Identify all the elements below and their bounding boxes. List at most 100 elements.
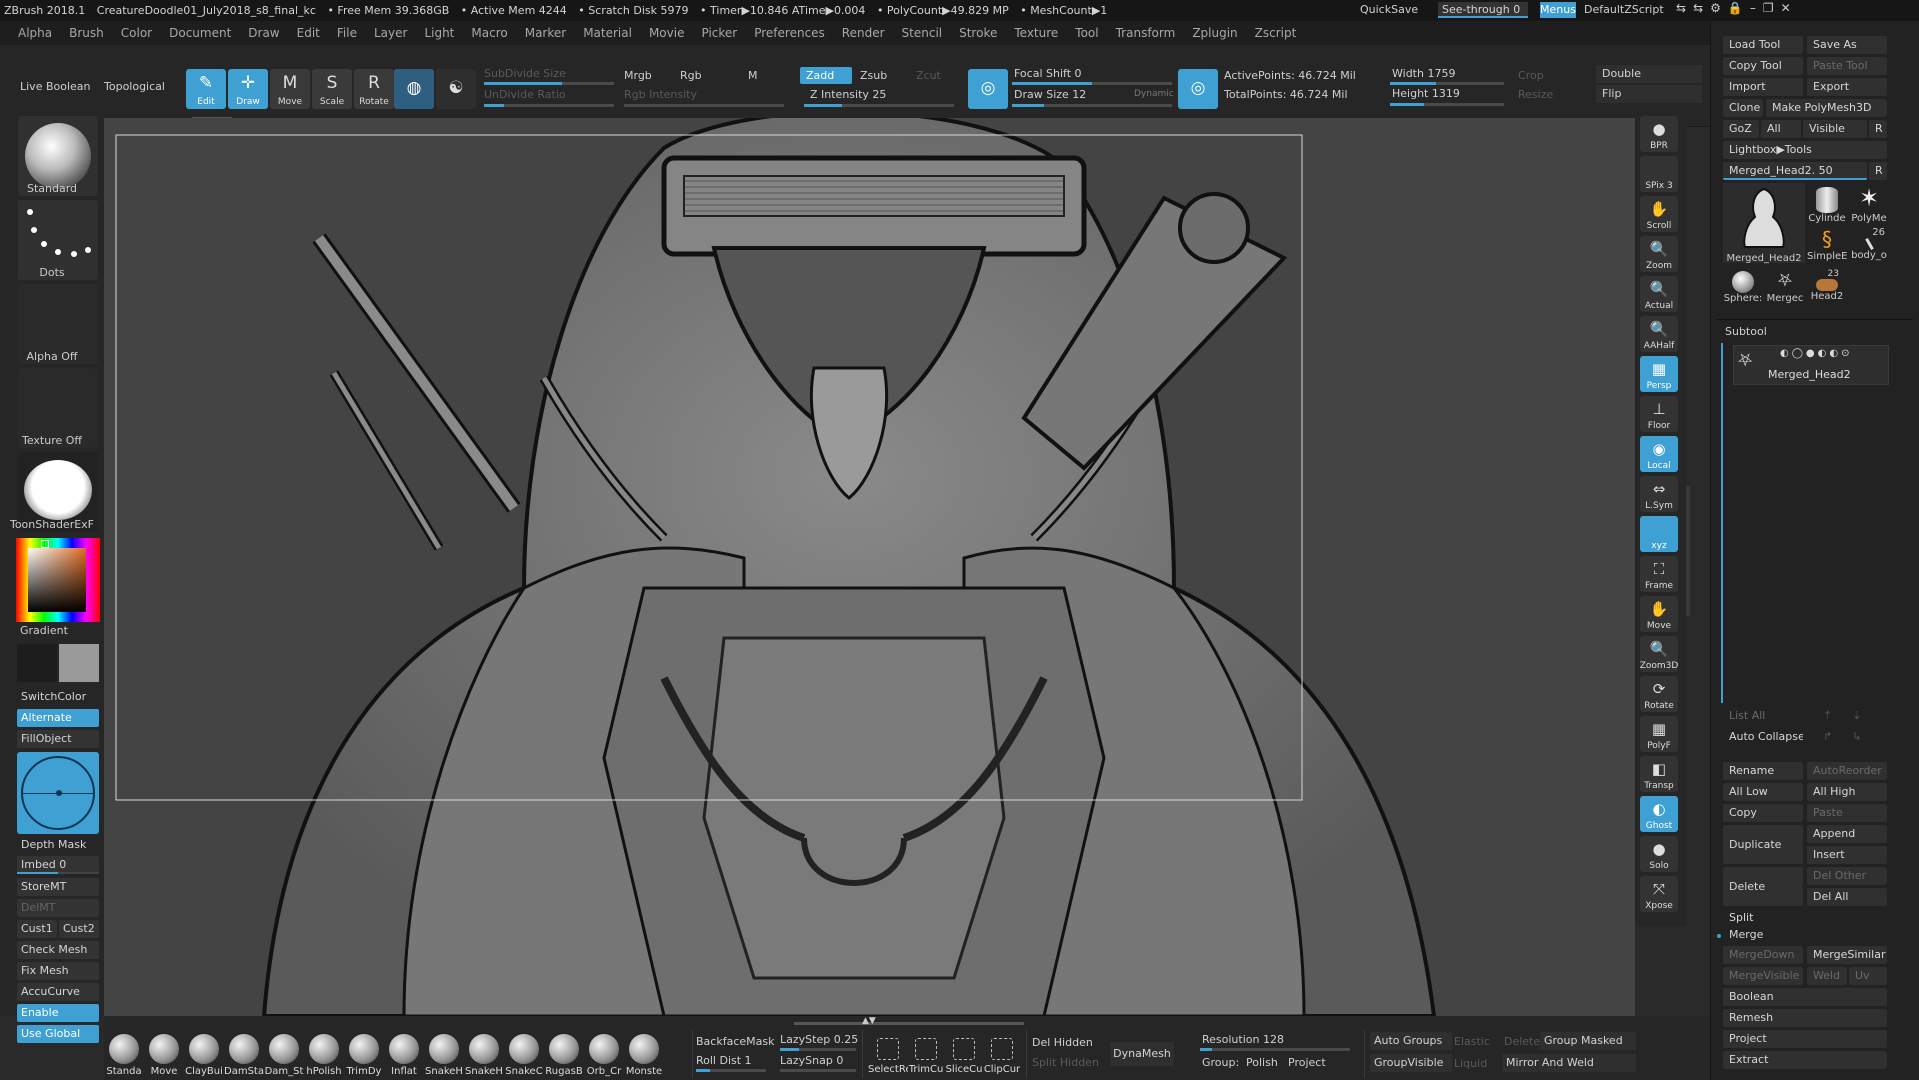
undivide-ratio[interactable]: UnDivide Ratio: [484, 88, 566, 101]
load-tool-button[interactable]: Load Tool: [1723, 36, 1803, 54]
remesh-section[interactable]: Remesh: [1723, 1009, 1887, 1027]
xpose-button[interactable]: ⤧ Xpose: [1640, 876, 1678, 912]
undivide-slider[interactable]: [484, 104, 614, 107]
duplicate-button[interactable]: Duplicate: [1723, 825, 1803, 864]
brush-slot[interactable]: ClayBui: [184, 1032, 224, 1078]
split-hidden-button[interactable]: Split Hidden: [1032, 1056, 1099, 1069]
polish-button[interactable]: Polish: [1246, 1056, 1278, 1069]
minimize-icon[interactable]: –: [1750, 1, 1763, 15]
m-button[interactable]: M: [748, 69, 758, 82]
del-all-button[interactable]: Del All: [1807, 888, 1887, 906]
switch-color-button[interactable]: SwitchColor: [17, 688, 99, 706]
color-picker[interactable]: [16, 538, 100, 622]
rotate-tool-button[interactable]: R Rotate: [354, 69, 394, 109]
resize-button[interactable]: Resize: [1518, 88, 1553, 101]
lock-icon[interactable]: 🔒: [1728, 1, 1750, 15]
xyz-button[interactable]: xyz: [1640, 516, 1678, 552]
tool-thumb-cylinder[interactable]: Cylinde: [1807, 183, 1847, 227]
close-icon[interactable]: ✕: [1781, 1, 1798, 15]
roll-dist-slider[interactable]: Roll Dist 1: [696, 1054, 752, 1067]
menu-stroke[interactable]: Stroke: [959, 26, 997, 40]
rgb-button[interactable]: Rgb: [680, 69, 702, 82]
main-color-swatch[interactable]: [59, 644, 99, 682]
menu-preferences[interactable]: Preferences: [754, 26, 825, 40]
lazystep-track[interactable]: [780, 1048, 856, 1051]
scale-tool-button[interactable]: S Scale: [312, 69, 352, 109]
enable-button[interactable]: Enable: [17, 1004, 99, 1022]
default-zscript[interactable]: DefaultZScript: [1584, 3, 1664, 16]
goz-button[interactable]: GoZ: [1723, 120, 1759, 138]
merge-down-button[interactable]: MergeDown: [1723, 946, 1803, 964]
menu-layer[interactable]: Layer: [374, 26, 407, 40]
menus-toggle[interactable]: Menus: [1540, 2, 1576, 18]
brush-slot[interactable]: Monste: [624, 1032, 664, 1078]
paste-tool-button[interactable]: Paste Tool: [1807, 57, 1887, 75]
menu-document[interactable]: Document: [169, 26, 231, 40]
menu-draw[interactable]: Draw: [248, 26, 279, 40]
menu-texture[interactable]: Texture: [1014, 26, 1058, 40]
menu-transform[interactable]: Transform: [1116, 26, 1176, 40]
del-other-button[interactable]: Del Other: [1807, 867, 1887, 885]
subtool-shift-arrows[interactable]: ↱↳: [1823, 730, 1881, 743]
select-tool-slot[interactable]: SliceCu: [944, 1032, 984, 1078]
lazystep-slider[interactable]: LazyStep 0.25: [780, 1033, 858, 1046]
floor-button[interactable]: ⊥ Floor: [1640, 396, 1678, 432]
backface-mask-button[interactable]: BackfaceMask: [696, 1035, 774, 1048]
select-tool-slot[interactable]: ClipCur: [982, 1032, 1022, 1078]
scroll-button[interactable]: ✋ Scroll: [1640, 196, 1678, 232]
depth-mask-label[interactable]: Depth Mask: [17, 836, 99, 854]
clone-button[interactable]: Clone: [1723, 99, 1763, 117]
sculpt-viewport[interactable]: [104, 109, 1635, 1018]
resolution-track[interactable]: [1200, 1048, 1350, 1051]
lazysnap-slider[interactable]: LazySnap 0: [780, 1054, 843, 1067]
rgb-intensity-slider[interactable]: [624, 104, 784, 107]
menu-brush[interactable]: Brush: [69, 26, 104, 40]
brush-slot[interactable]: SnakeH: [424, 1032, 464, 1078]
cust2-button[interactable]: Cust2: [59, 920, 99, 938]
width-slider[interactable]: [1390, 82, 1504, 85]
all-low-button[interactable]: All Low: [1723, 783, 1803, 801]
rename-button[interactable]: Rename: [1723, 762, 1803, 780]
subdivide-slider[interactable]: [484, 82, 614, 85]
brush-slot[interactable]: DamSta: [224, 1032, 264, 1078]
brush-slot[interactable]: Inflat: [384, 1032, 424, 1078]
solo-button[interactable]: ● Solo: [1640, 836, 1678, 872]
zcut-button[interactable]: Zcut: [916, 69, 941, 82]
sphere-mode-button[interactable]: ◍: [394, 69, 434, 109]
tool-thumb-body[interactable]: 26 body_o: [1849, 227, 1889, 265]
brush-slot[interactable]: hPolish: [304, 1032, 344, 1078]
spix-3-button[interactable]: SPix 3: [1640, 156, 1678, 192]
menu-render[interactable]: Render: [842, 26, 885, 40]
menu-light[interactable]: Light: [424, 26, 454, 40]
quicksave-button[interactable]: QuickSave: [1360, 3, 1418, 16]
subtool-scrollbar[interactable]: [1721, 343, 1723, 703]
copy-tool-button[interactable]: Copy Tool: [1723, 57, 1803, 75]
tool-r-button[interactable]: R: [1869, 162, 1887, 180]
live-boolean-button[interactable]: Live Boolean: [20, 80, 91, 93]
zoom-button[interactable]: 🔍 Zoom: [1640, 236, 1678, 272]
secondary-color-swatch[interactable]: [17, 644, 57, 682]
tool-thumb-head2[interactable]: 23 Head2: [1807, 269, 1847, 309]
append-button[interactable]: Append: [1807, 825, 1887, 843]
fix-mesh-button[interactable]: Fix Mesh: [17, 962, 99, 980]
merge-section[interactable]: Merge: [1723, 926, 1887, 944]
z-intensity[interactable]: Z Intensity 25: [810, 88, 886, 101]
collapse-arrow-icon[interactable]: ▲▼: [862, 1016, 876, 1026]
menu-macro[interactable]: Macro: [471, 26, 507, 40]
settings-icon[interactable]: ⚙: [1710, 1, 1728, 15]
frame-button[interactable]: ⛶ Frame: [1640, 556, 1678, 592]
menu-alpha[interactable]: Alpha: [18, 26, 52, 40]
del-mt-button[interactable]: DelMT: [17, 899, 99, 917]
goz-all-button[interactable]: All: [1761, 120, 1801, 138]
menu-stencil[interactable]: Stencil: [902, 26, 943, 40]
list-all-button[interactable]: List All: [1723, 707, 1803, 725]
doc-width[interactable]: Width 1759: [1392, 67, 1455, 80]
tool-thumb-polymesh[interactable]: ✶ PolyMe: [1849, 183, 1889, 227]
menu-movie[interactable]: Movie: [649, 26, 685, 40]
make-polymesh-button[interactable]: Make PolyMesh3D: [1766, 99, 1887, 117]
move-button[interactable]: ✋ Move: [1640, 596, 1678, 632]
auto-reorder-button[interactable]: AutoReorder: [1807, 762, 1887, 780]
crop-button[interactable]: Crop: [1518, 69, 1544, 82]
document-canvas[interactable]: [104, 109, 1635, 1018]
group-masked-button[interactable]: Group Masked: [1540, 1032, 1636, 1050]
